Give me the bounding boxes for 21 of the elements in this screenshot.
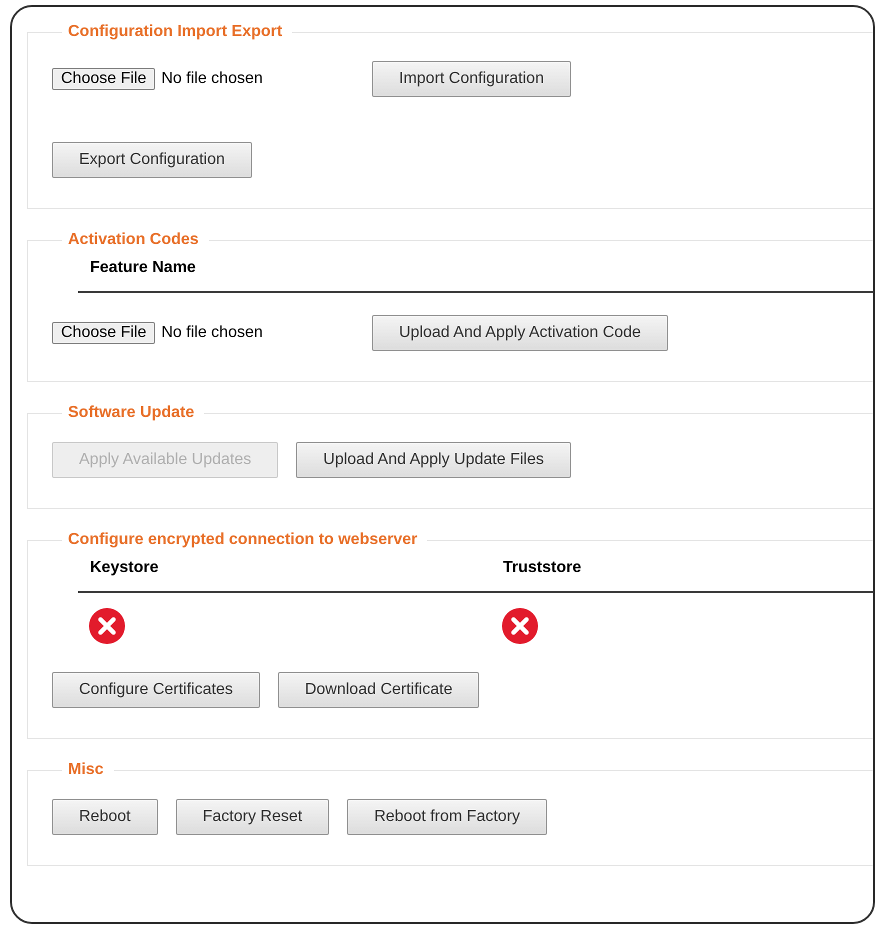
column-header: Feature Name xyxy=(90,259,197,277)
action-button[interactable]: Configure Certificates xyxy=(52,672,260,708)
choose-file-button[interactable]: Choose File xyxy=(52,68,156,90)
action-button[interactable]: Upload And Apply Update Files xyxy=(296,442,571,478)
section-title: Activation Codes xyxy=(67,231,200,249)
column-header: Truststore xyxy=(503,559,582,577)
action-button[interactable]: Export Configuration xyxy=(52,142,252,178)
section-title: Configuration Import Export xyxy=(67,23,284,41)
action-button[interactable]: Reboot from Factory xyxy=(347,799,548,835)
column-header: Keystore xyxy=(90,559,160,577)
action-button[interactable]: Reboot xyxy=(52,799,158,835)
section-title: Misc xyxy=(67,761,105,779)
section-title: Configure encrypted connection to webserver xyxy=(67,531,418,549)
action-button[interactable]: Upload And Apply Activation Code xyxy=(372,315,668,351)
action-button[interactable]: Download Certificate xyxy=(278,672,480,708)
section-title: Software Update xyxy=(67,404,196,422)
choose-file-button[interactable]: Choose File xyxy=(52,322,156,344)
file-status: No file chosen xyxy=(161,324,263,342)
file-status: No file chosen xyxy=(161,70,263,88)
action-button[interactable]: Import Configuration xyxy=(372,61,571,97)
action-button[interactable]: Factory Reset xyxy=(176,799,330,835)
